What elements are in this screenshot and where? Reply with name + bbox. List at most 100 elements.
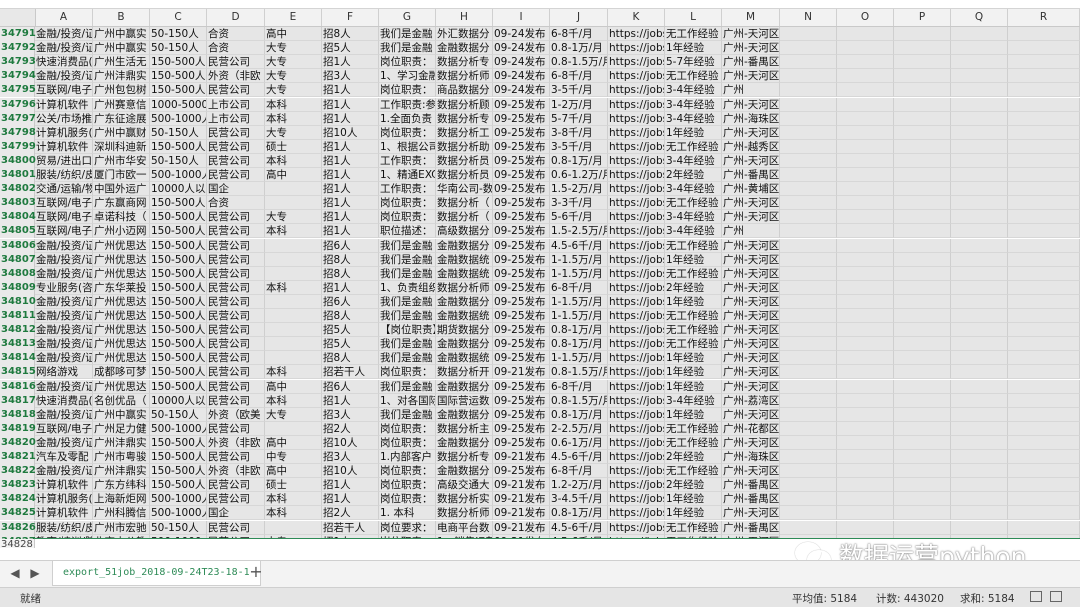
table-cell[interactable]: 招若干人 xyxy=(322,365,379,380)
column-header[interactable]: F xyxy=(322,9,379,26)
table-cell[interactable]: 招1人 xyxy=(322,224,379,239)
table-cell[interactable]: 外资（非欧 xyxy=(207,435,265,450)
table-cell[interactable] xyxy=(1008,238,1080,253)
table-cell[interactable]: 高中 xyxy=(265,379,322,394)
table-cell[interactable] xyxy=(1008,41,1080,56)
table-cell[interactable]: 09-25发布 xyxy=(493,153,550,168)
table-cell[interactable]: 3-5千/月 xyxy=(550,83,608,98)
table-cell[interactable] xyxy=(894,27,951,41)
table-cell[interactable]: 500-1000人 xyxy=(150,492,207,507)
table-cell[interactable]: 广东赢商网 xyxy=(93,196,150,211)
table-cell[interactable]: 民营公司 xyxy=(207,379,265,394)
table-cell[interactable]: 民营公司 xyxy=(207,492,265,507)
table-cell[interactable]: https://jobs. xyxy=(608,224,665,239)
table-cell[interactable]: 150-500人 xyxy=(150,252,207,267)
table-cell[interactable] xyxy=(1008,294,1080,309)
table-cell[interactable]: 成都哆可梦 xyxy=(93,365,150,380)
table-cell[interactable]: 50-150人 xyxy=(150,520,207,535)
table-cell[interactable] xyxy=(894,520,951,535)
table-cell[interactable]: 互联网/电子 xyxy=(35,196,93,211)
table-cell[interactable] xyxy=(951,464,1008,479)
table-cell[interactable]: https://jobs. xyxy=(608,478,665,493)
table-cell[interactable] xyxy=(951,379,1008,394)
table-cell[interactable]: 无工作经验 xyxy=(665,435,722,450)
table-cell[interactable]: 1年经验 xyxy=(665,379,722,394)
table-cell[interactable]: 岗位职责： xyxy=(379,210,436,225)
table-cell[interactable]: 金融数据分 xyxy=(436,337,493,352)
column-header[interactable]: D xyxy=(207,9,265,26)
table-cell[interactable]: 广州-花都区 xyxy=(722,421,780,436)
row-number[interactable]: 34802 xyxy=(0,182,36,197)
table-cell[interactable]: 招10人 xyxy=(322,125,379,140)
row-number[interactable]: 34795 xyxy=(0,83,36,98)
table-cell[interactable]: 上市公司 xyxy=(207,111,265,126)
table-cell[interactable]: 广州-天河区 xyxy=(722,294,780,309)
table-cell[interactable]: 09-24发布 xyxy=(493,83,550,98)
table-cell[interactable]: 金融/投资/证 xyxy=(35,435,93,450)
table-cell[interactable] xyxy=(951,125,1008,140)
table-cell[interactable]: 互联网/电子 xyxy=(35,224,93,239)
table-cell[interactable]: 09-21发布 xyxy=(493,450,550,464)
row-number[interactable]: 34805 xyxy=(0,224,36,239)
table-cell[interactable]: 2-2.5万/月 xyxy=(550,421,608,436)
table-cell[interactable] xyxy=(837,407,894,422)
table-cell[interactable] xyxy=(265,196,322,211)
table-cell[interactable]: 0.8-1万/月 xyxy=(550,323,608,338)
table-cell[interactable]: 广州-天河区 xyxy=(722,210,780,225)
table-cell[interactable]: 招8人 xyxy=(322,309,379,323)
table-cell[interactable] xyxy=(780,97,837,112)
table-cell[interactable] xyxy=(837,520,894,535)
table-cell[interactable]: 本科 xyxy=(265,97,322,112)
table-cell[interactable] xyxy=(265,294,322,309)
table-cell[interactable]: 10000人以上 xyxy=(150,182,207,197)
table-cell[interactable] xyxy=(951,41,1008,56)
table-cell[interactable]: 500-1000人 xyxy=(150,111,207,126)
table-cell[interactable] xyxy=(894,478,951,493)
table-cell[interactable]: 金融数据分 xyxy=(436,238,493,253)
column-header[interactable]: K xyxy=(608,9,665,26)
table-cell[interactable]: 招1人 xyxy=(322,196,379,211)
row-number[interactable]: 34807 xyxy=(0,252,36,267)
table-cell[interactable]: 09-24发布 xyxy=(493,41,550,56)
table-cell[interactable]: 民营公司 xyxy=(207,393,265,408)
table-cell[interactable]: 岗位职责： xyxy=(379,83,436,98)
table-cell[interactable] xyxy=(951,280,1008,295)
table-cell[interactable]: 09-21发布 xyxy=(493,492,550,507)
table-cell[interactable] xyxy=(837,266,894,281)
table-cell[interactable]: 广东方纬科 xyxy=(93,478,150,493)
table-cell[interactable] xyxy=(837,379,894,394)
table-cell[interactable]: 09-25发布 xyxy=(493,393,550,408)
table-cell[interactable]: 09-25发布 xyxy=(493,266,550,281)
table-cell[interactable]: 150-500人 xyxy=(150,280,207,295)
table-cell[interactable]: 大专 xyxy=(265,125,322,140)
table-cell[interactable]: 广州科腾信 xyxy=(93,506,150,521)
table-cell[interactable] xyxy=(894,464,951,479)
table-cell[interactable] xyxy=(951,393,1008,408)
table-cell[interactable]: 无工作经验 xyxy=(665,309,722,323)
table-cell[interactable] xyxy=(1008,69,1080,84)
table-cell[interactable]: 工作职责： xyxy=(379,182,436,197)
table-cell[interactable]: 09-25发布 xyxy=(493,280,550,295)
table-cell[interactable]: 1-1.5万/月 xyxy=(550,266,608,281)
table-cell[interactable]: 09-25发布 xyxy=(493,196,550,211)
table-cell[interactable]: 500-1000人 xyxy=(150,168,207,182)
table-cell[interactable]: 招1人 xyxy=(322,55,379,70)
table-cell[interactable]: 招1人 xyxy=(322,111,379,126)
table-cell[interactable]: 上海新炬网 xyxy=(93,492,150,507)
table-cell[interactable] xyxy=(837,492,894,507)
row-number[interactable]: 34813 xyxy=(0,337,36,352)
table-cell[interactable]: 广州中赢实 xyxy=(93,41,150,56)
table-cell[interactable] xyxy=(951,520,1008,535)
table-cell[interactable]: 数据分析实 xyxy=(436,492,493,507)
table-cell[interactable]: 09-25发布 xyxy=(493,238,550,253)
table-cell[interactable]: 1000-5000人 xyxy=(150,97,207,112)
table-cell[interactable]: 150-500人 xyxy=(150,210,207,225)
table-cell[interactable]: 150-500人 xyxy=(150,379,207,394)
table-cell[interactable] xyxy=(780,379,837,394)
table-cell[interactable]: 广州-天河区 xyxy=(722,238,780,253)
table-cell[interactable]: 合资 xyxy=(207,27,265,41)
table-cell[interactable] xyxy=(837,351,894,366)
table-cell[interactable]: 09-24发布 xyxy=(493,69,550,84)
table-cell[interactable]: 无工作经验 xyxy=(665,464,722,479)
table-cell[interactable] xyxy=(780,41,837,56)
